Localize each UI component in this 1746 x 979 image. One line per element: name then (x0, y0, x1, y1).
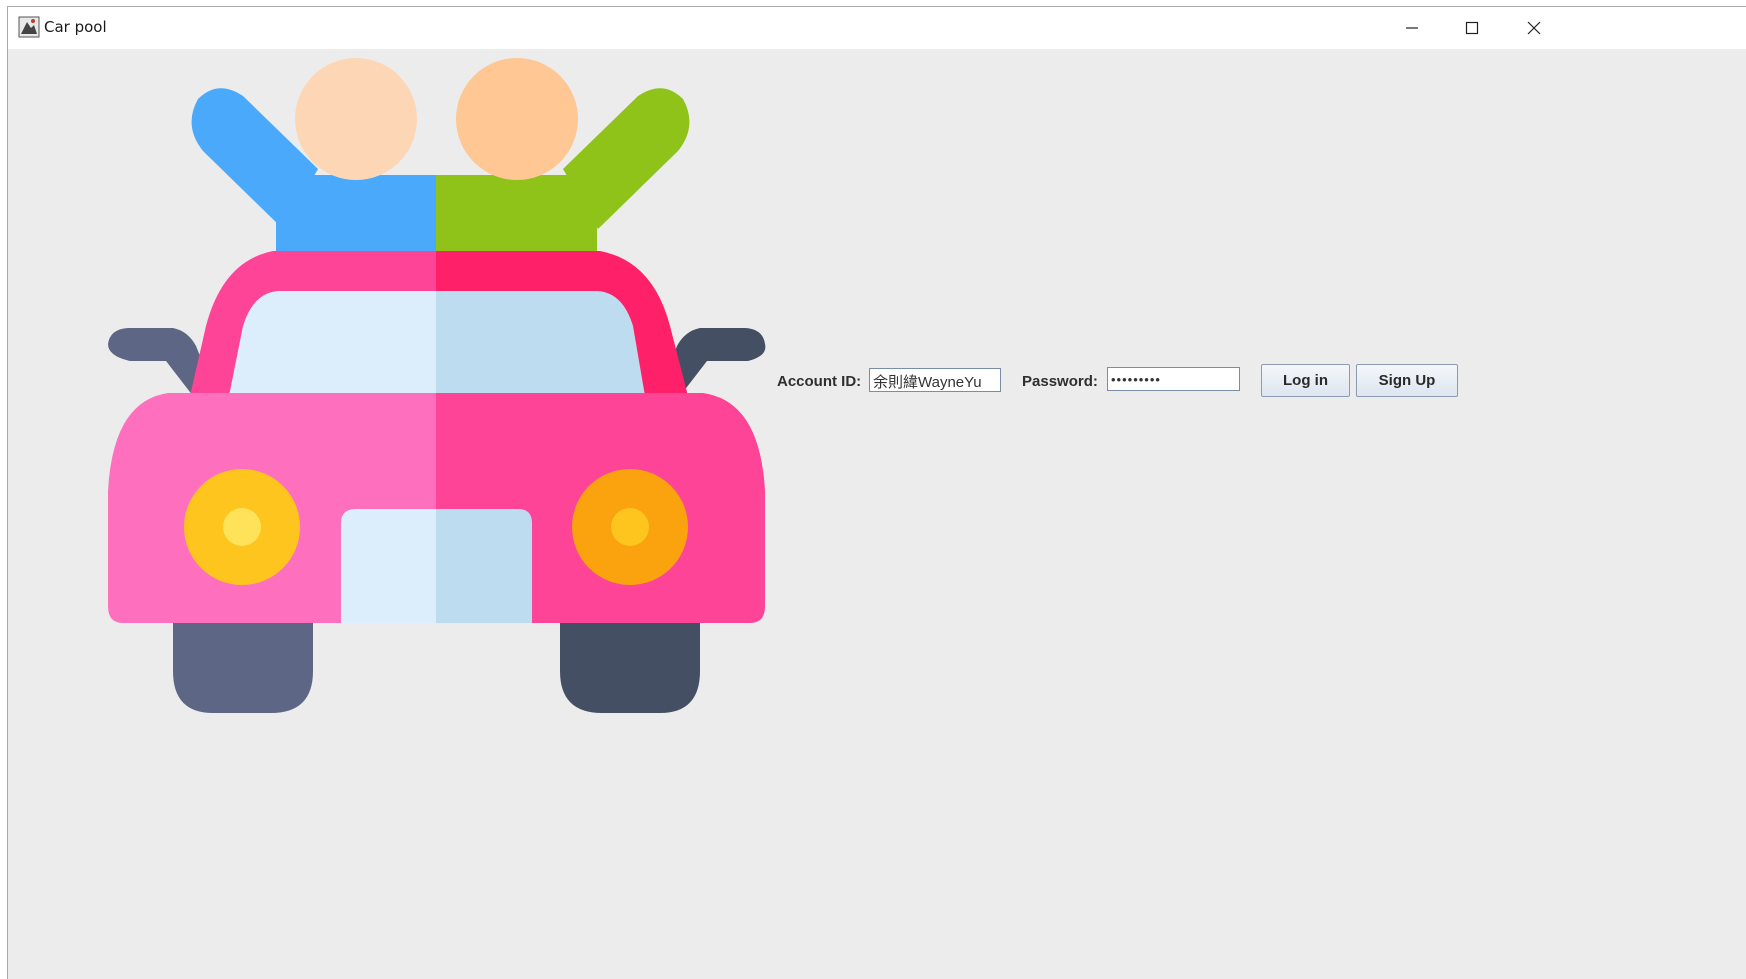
account-id-field[interactable]: 余則緯WayneYu (869, 368, 1001, 392)
left-mirror (108, 328, 206, 396)
title-bar: Car pool (8, 7, 1746, 49)
close-button[interactable] (1504, 7, 1564, 49)
close-icon (1527, 21, 1541, 35)
windshield-left (229, 291, 436, 396)
carpool-car-icon (108, 58, 766, 713)
java-app-icon (18, 16, 40, 38)
grille-left (341, 509, 436, 623)
account-id-label: Account ID: (777, 373, 862, 390)
password-label: Password: (1022, 373, 1098, 390)
left-head (295, 58, 417, 180)
right-head (456, 58, 578, 180)
minimize-button[interactable] (1382, 7, 1442, 49)
windshield-right (436, 291, 645, 396)
left-headlight-center (223, 508, 261, 546)
password-field[interactable]: ••••••••• (1107, 367, 1240, 391)
left-tire (173, 623, 313, 713)
maximize-button[interactable] (1442, 7, 1502, 49)
grille-right (436, 509, 532, 623)
right-tire (560, 623, 700, 713)
signup-button[interactable]: Sign Up (1356, 364, 1458, 397)
maximize-icon (1465, 21, 1479, 35)
login-button[interactable]: Log in (1261, 364, 1350, 397)
main-window: Car pool Account ID: 余則緯WayneYu Password… (7, 6, 1746, 979)
right-headlight-center (611, 508, 649, 546)
window-title: Car pool (44, 18, 107, 36)
minimize-icon (1406, 27, 1418, 29)
